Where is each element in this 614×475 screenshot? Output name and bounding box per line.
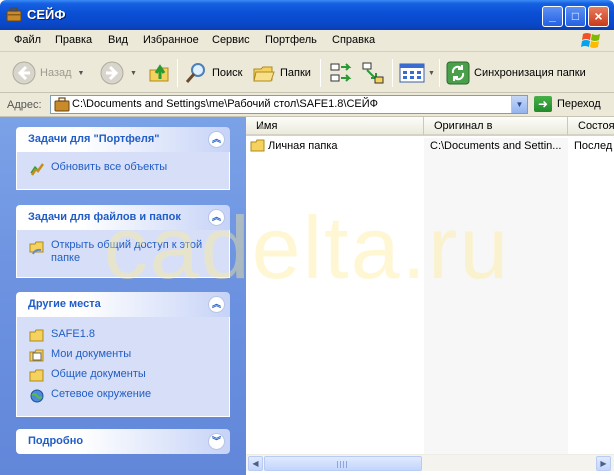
sync-button[interactable]: Синхронизация папки [446,58,586,88]
my-documents-icon [29,349,44,362]
views-icon [399,63,425,83]
sort-ascending-icon: ▲ [256,120,267,132]
title-bar[interactable]: СЕЙФ _ □ × [0,0,614,30]
menu-view[interactable]: Вид [108,34,128,46]
place-shared-documents[interactable]: Общие документы [29,368,221,384]
forward-button[interactable]: ▼ [100,58,137,88]
collapse-icon[interactable]: ︽ [208,296,225,313]
task-pane: Задачи для "Портфеля" ︽ Обновить все объ… [0,117,246,475]
back-dropdown-icon: ▼ [77,69,85,77]
file-tasks-panel: Задачи для файлов и папок ︽ Открыть общи… [16,205,230,278]
horizontal-scrollbar[interactable]: ◀ ▶ [246,454,614,471]
menu-file[interactable]: Файл [14,34,41,46]
place-my-documents[interactable]: Мои документы [29,348,221,364]
folder-icon [29,369,44,382]
close-button[interactable]: × [588,6,609,27]
menu-favorites[interactable]: Избранное [143,34,199,46]
explorer-window: СЕЙФ _ □ × Файл Правка Вид Избранное Сер… [0,0,614,475]
network-globe-icon [30,389,44,403]
folder-icon [29,329,44,342]
sync-icon [446,61,470,85]
collapse-icon[interactable]: ︽ [208,131,225,148]
back-button[interactable]: Назад ▼ [12,58,84,88]
place-safe18[interactable]: SAFE1.8 [29,328,221,344]
task-share-folder[interactable]: Открыть общий доступ к этой папке [29,239,221,265]
address-input[interactable]: C:\Documents and Settings\me\Рабочий сто… [50,95,528,114]
toolbar-separator [392,59,393,87]
copy-to-button[interactable] [361,58,385,88]
task-update-all[interactable]: Обновить все объекты [29,161,221,177]
column-header-original[interactable]: Оригинал в [424,117,568,136]
folders-icon [253,66,275,82]
file-list: Имя ▲ Оригинал в Состоя Личная папка C:\… [246,117,614,475]
search-button[interactable]: Поиск [184,58,242,88]
views-dropdown-icon: ▼ [428,69,435,77]
toolbar-separator [439,59,440,87]
panel-title: Задачи для "Портфеля" [28,133,160,145]
details-panel: Подробно ︾ [16,429,230,454]
expand-icon[interactable]: ︾ [208,433,225,450]
move-to-button[interactable] [329,58,353,88]
menu-tools[interactable]: Сервис [212,34,250,46]
share-folder-icon [29,241,44,255]
up-folder-button[interactable] [148,58,172,88]
address-value: C:\Documents and Settings\me\Рабочий сто… [72,98,379,110]
copy-to-icon [362,62,384,84]
windows-logo-icon [581,33,600,48]
panel-header[interactable]: Задачи для "Портфеля" ︽ [16,127,230,152]
panel-title: Другие места [28,298,101,310]
toolbar: Назад ▼ ▼ Поиск Папки ▼ Синхронизация па… [0,52,614,93]
forward-dropdown-icon: ▼ [130,69,137,77]
scroll-left-icon[interactable]: ◀ [248,456,263,471]
scroll-thumb[interactable] [264,456,422,471]
table-row[interactable]: Личная папка [250,138,338,154]
forward-arrow-icon [100,61,124,85]
views-button[interactable]: ▼ [399,58,435,88]
folder-up-icon [149,64,169,82]
sorted-column-shade [424,138,568,454]
update-icon [30,163,45,176]
other-places-panel: Другие места ︽ SAFE1.8 Мои документы Общ… [16,292,230,417]
row-name: Личная папка [268,140,338,152]
column-header-name[interactable]: Имя ▲ [246,117,424,136]
toolbar-separator [320,59,321,87]
panel-title: Задачи для файлов и папок [28,211,181,223]
move-to-icon [330,63,352,82]
panel-header[interactable]: Подробно ︾ [16,429,230,454]
window-title: СЕЙФ [27,7,66,22]
go-button[interactable]: ➜ Переход [534,96,601,112]
address-dropdown-button[interactable]: ▼ [511,96,527,113]
grip-icon [337,461,349,468]
toolbar-separator [177,59,178,87]
minimize-button[interactable]: _ [542,6,563,27]
row-original: C:\Documents and Settin... [430,140,562,152]
menu-briefcase[interactable]: Портфель [265,34,317,46]
folders-button[interactable]: Папки [252,58,311,88]
search-icon [185,63,205,83]
address-label: Адрес: [7,99,42,111]
column-header-status[interactable]: Состоя [568,117,614,136]
panel-header[interactable]: Другие места ︽ [16,292,230,317]
folder-icon [250,139,265,152]
maximize-button[interactable]: □ [565,6,586,27]
panel-title: Подробно [28,435,84,447]
briefcase-icon [54,97,70,112]
scroll-right-icon[interactable]: ▶ [596,456,611,471]
briefcase-tasks-panel: Задачи для "Портфеля" ︽ Обновить все объ… [16,127,230,190]
go-arrow-icon: ➜ [534,96,552,112]
menu-help[interactable]: Справка [332,34,375,46]
briefcase-icon [6,7,22,22]
address-bar: Адрес: C:\Documents and Settings\me\Рабо… [0,93,614,117]
menu-edit[interactable]: Правка [55,34,92,46]
menu-bar: Файл Правка Вид Избранное Сервис Портфел… [0,30,614,52]
collapse-icon[interactable]: ︽ [208,209,225,226]
back-arrow-icon [12,61,36,85]
place-network[interactable]: Сетевое окружение [29,388,221,404]
panel-header[interactable]: Задачи для файлов и папок ︽ [16,205,230,230]
row-status: Послед [574,140,613,152]
